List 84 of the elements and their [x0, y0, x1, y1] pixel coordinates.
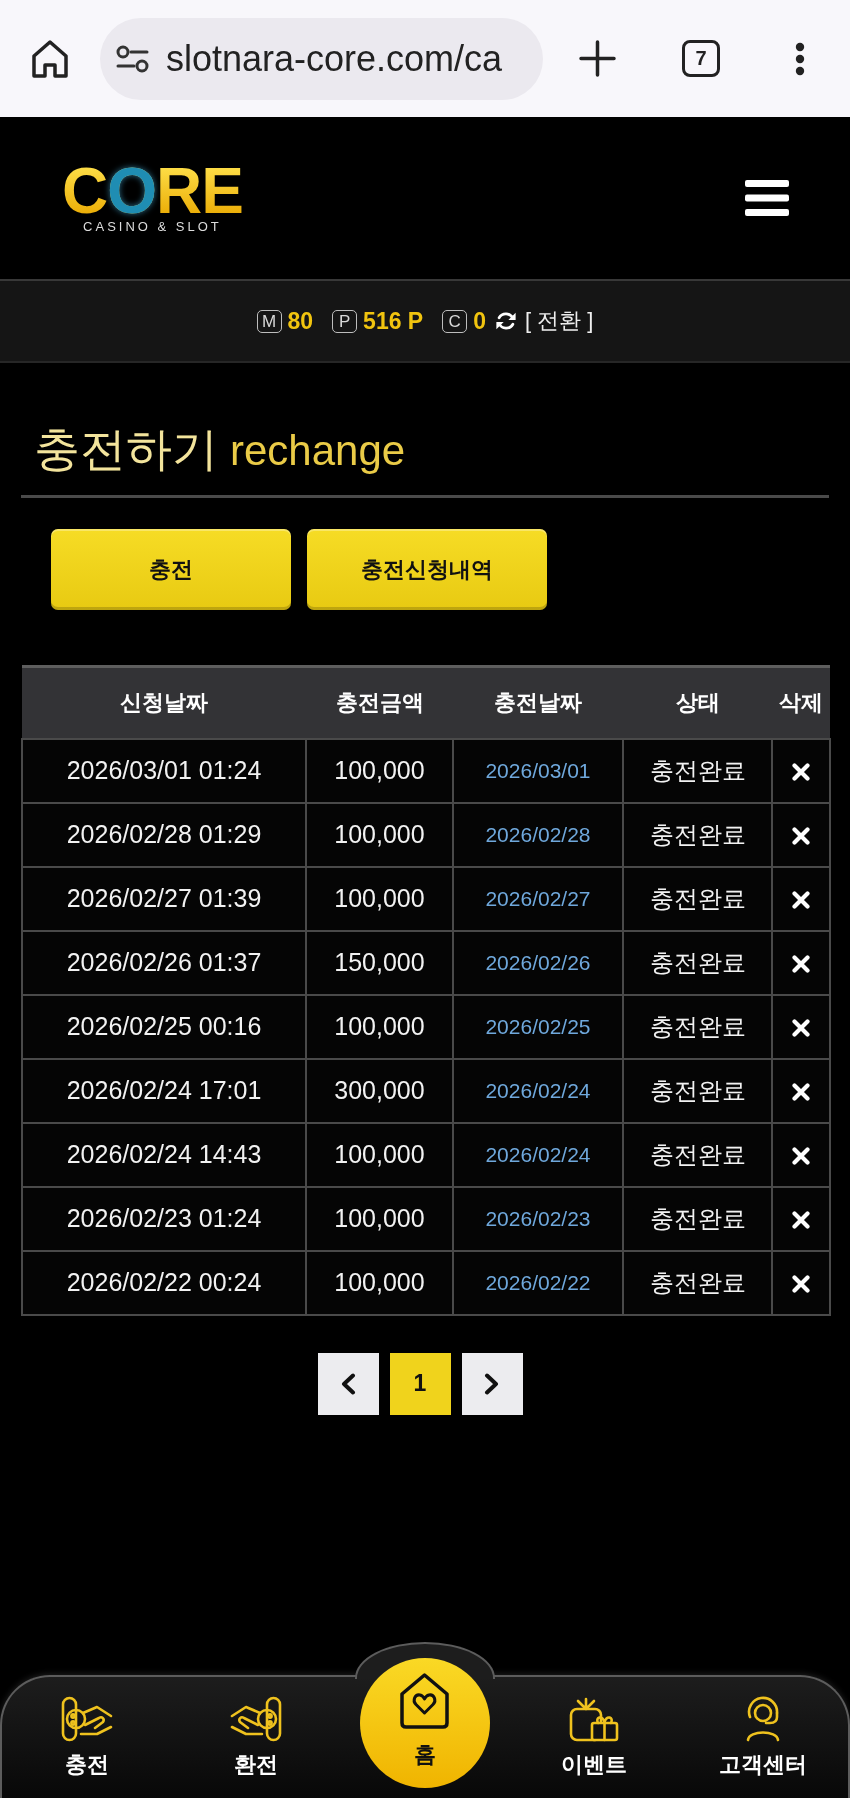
table-cell: 100,000	[306, 1122, 453, 1187]
hand-coin-icon	[229, 1696, 282, 1742]
delete-icon[interactable]	[792, 1210, 810, 1229]
table-cell: 2026/03/01	[453, 738, 623, 803]
table-cell: 2026/02/27	[453, 866, 623, 931]
table-cell: 2026/02/24	[453, 1058, 623, 1123]
sliders-icon[interactable]	[116, 44, 149, 73]
column-header: 상태	[623, 666, 772, 739]
table-cell: 충전완료	[623, 866, 772, 931]
delete-icon[interactable]	[792, 1146, 810, 1165]
chevron-left-icon	[340, 1372, 356, 1395]
table-cell: 100,000	[306, 802, 453, 867]
table-cell: 충전완료	[623, 1122, 772, 1187]
page-title: 충전하기 rechange	[34, 422, 406, 477]
table-cell: 2026/02/24	[453, 1122, 623, 1187]
table-cell: 2026/02/26 01:37	[22, 930, 306, 995]
column-header: 충전금액	[306, 666, 453, 739]
table-cell: 2026/02/26	[453, 930, 623, 995]
table-cell: 150,000	[306, 930, 453, 995]
delete-icon[interactable]	[792, 954, 810, 973]
column-header: 신청날짜	[22, 666, 306, 739]
delete-icon[interactable]	[792, 1018, 810, 1037]
table-cell: 충전완료	[623, 802, 772, 867]
tab-count-button[interactable]: 7	[682, 40, 720, 77]
table-cell: 2026/02/24 17:01	[22, 1058, 306, 1123]
letter-badge: P	[332, 309, 358, 333]
table-cell: 100,000	[306, 866, 453, 931]
delete-icon[interactable]	[792, 762, 810, 781]
hand-coin-icon	[60, 1696, 113, 1742]
page-button[interactable]: 1	[389, 1352, 451, 1415]
table-cell: 충전완료	[623, 1186, 772, 1251]
nav-item[interactable]: 충전	[60, 1677, 113, 1778]
table-cell: 100,000	[306, 1186, 453, 1251]
action-button[interactable]: 충전신청내역	[307, 529, 547, 610]
menu-icon[interactable]	[745, 180, 789, 216]
delete-icon[interactable]	[792, 890, 810, 909]
balance-value: 0	[473, 307, 486, 335]
table-cell: 2026/02/25	[453, 994, 623, 1059]
address-bar[interactable]: slotnara-core.com/ca	[100, 17, 543, 100]
refresh-icon[interactable]	[495, 310, 517, 332]
next-page-button[interactable]	[461, 1352, 523, 1415]
table-cell: 충전완료	[623, 994, 772, 1059]
gift-icon	[568, 1696, 621, 1742]
chevron-right-icon	[484, 1372, 500, 1395]
table-cell: 충전완료	[623, 1250, 772, 1315]
balance-value: 80	[287, 307, 314, 335]
logo-tagline: CASINO & SLOT	[83, 220, 222, 234]
letter-badge: M	[256, 309, 282, 333]
table-cell: 2026/02/25 00:16	[22, 994, 306, 1059]
home-nav-button[interactable]: 홈	[360, 1658, 490, 1788]
table-cell: 2026/02/22	[453, 1250, 623, 1315]
house-heart-icon	[398, 1672, 452, 1730]
balance-value: 516 P	[363, 307, 424, 335]
action-button[interactable]: 충전	[51, 529, 291, 610]
nav-item[interactable]: 이벤트	[561, 1677, 628, 1778]
delete-icon[interactable]	[792, 826, 810, 845]
table-cell: 2026/02/23 01:24	[22, 1186, 306, 1251]
letter-badge: C	[442, 309, 468, 333]
home-icon[interactable]	[31, 38, 69, 79]
switch-link[interactable]: [ 전환 ]	[525, 306, 594, 336]
table-cell: 충전완료	[623, 930, 772, 995]
table-cell: 100,000	[306, 994, 453, 1059]
nav-item[interactable]: 환전	[229, 1677, 282, 1778]
column-header: 충전날짜	[453, 666, 623, 739]
plus-icon[interactable]	[579, 40, 616, 77]
nav-item[interactable]: 고객센터	[719, 1677, 808, 1778]
delete-icon[interactable]	[792, 1082, 810, 1101]
table-cell: 100,000	[306, 1250, 453, 1315]
table-cell: 2026/02/27 01:39	[22, 866, 306, 931]
table-cell: 충전완료	[623, 1058, 772, 1123]
table-cell: 2026/02/22 00:24	[22, 1250, 306, 1315]
table-cell: 2026/02/28 01:29	[22, 802, 306, 867]
table-cell: 2026/02/23	[453, 1186, 623, 1251]
table-cell: 충전완료	[623, 738, 772, 803]
table-cell: 100,000	[306, 738, 453, 803]
table-cell: 300,000	[306, 1058, 453, 1123]
table-cell: 2026/02/24 14:43	[22, 1122, 306, 1187]
url-text: slotnara-core.com/ca	[166, 37, 503, 80]
delete-icon[interactable]	[792, 1274, 810, 1293]
table-cell: 2026/02/28	[453, 802, 623, 867]
more-icon[interactable]	[795, 41, 805, 76]
table-cell: 2026/03/01 01:24	[22, 738, 306, 803]
column-header: 삭제	[772, 666, 830, 739]
previous-page-button[interactable]	[317, 1352, 379, 1415]
